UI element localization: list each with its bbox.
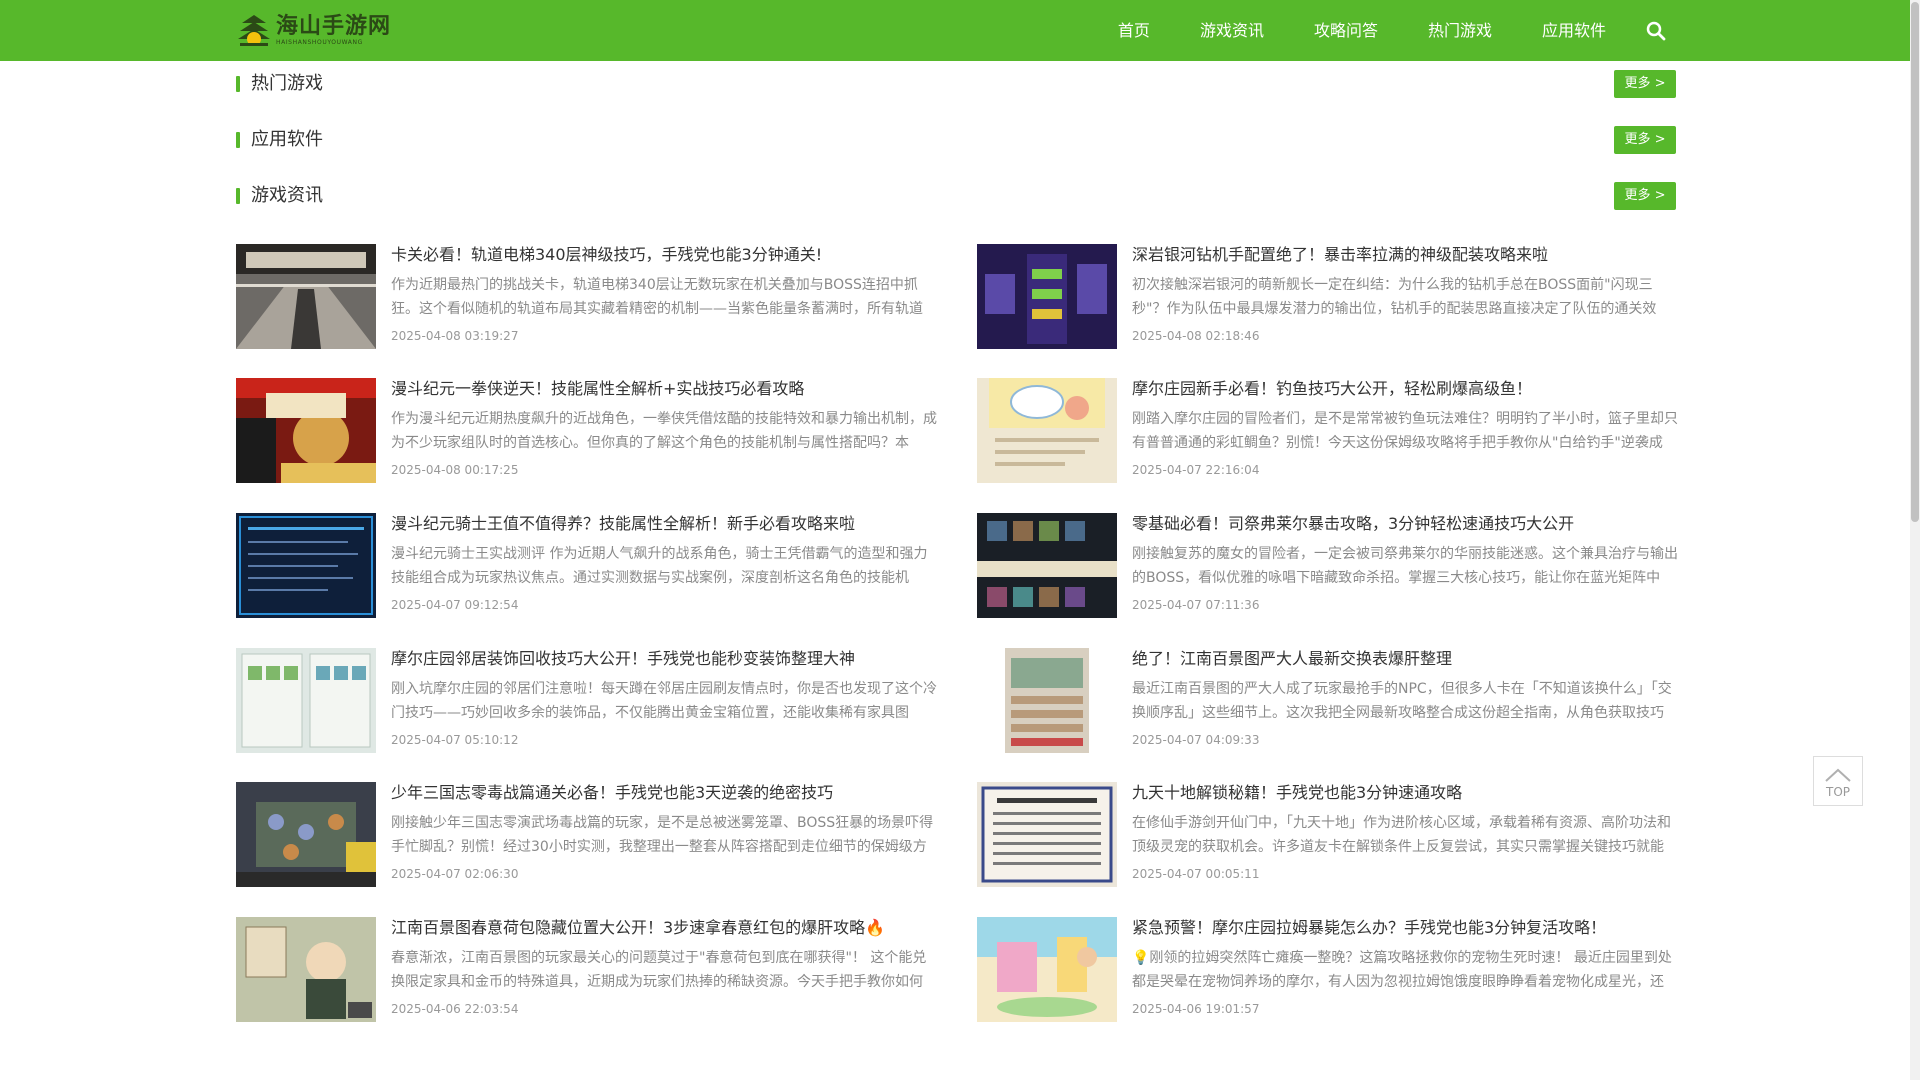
article-title[interactable]: 九天十地解锁秘籍！手残党也能3分钟速通攻略: [1132, 782, 1681, 804]
article-item[interactable]: 摩尔庄园邻居装饰回收技巧大公开！手残党也能秒变装饰整理大神 刚入坑摩尔庄园的邻居…: [236, 648, 940, 754]
back-to-top-button[interactable]: TOP: [1813, 756, 1863, 806]
vertical-scrollbar[interactable]: [1910, 0, 1920, 1080]
more-button[interactable]: 更多 >: [1614, 182, 1676, 210]
section-accent-bar: [236, 132, 240, 148]
article-title[interactable]: 卡关必看！轨道电梯340层神级技巧，手残党也能3分钟通关!: [391, 244, 940, 266]
scrollbar-thumb[interactable]: [1911, 2, 1919, 522]
article-item[interactable]: 绝了！江南百景图严大人最新交换表爆肝整理 最近江南百景图的严大人成了玩家最抢手的…: [977, 648, 1681, 754]
article-summary: 刚接触复苏的魔女的冒险者，一定会被司祭弗莱尔的华丽技能迷惑。这个兼具治疗与输出的…: [1132, 546, 1678, 586]
back-to-top-label: TOP: [1825, 785, 1850, 799]
article-summary: 刚踏入摩尔庄园的冒险者们，是不是常常被钓鱼玩法难住？明明钓了半小时，篮子里却只有…: [1132, 411, 1678, 451]
nav-menu: 首页 游戏资讯 攻略问答 热门游戏 应用软件: [1093, 0, 1676, 61]
article-thumbnail[interactable]: [236, 648, 376, 753]
article-date: 2025-04-06 22:03:54: [391, 1002, 519, 1016]
chevron-up-icon: [1825, 768, 1851, 782]
article-thumbnail[interactable]: [977, 917, 1117, 1022]
article-date: 2025-04-07 22:16:04: [1132, 463, 1260, 477]
section-apps: 应用软件 更多 >: [236, 124, 1676, 154]
article-summary: 最近江南百景图的严大人成了玩家最抢手的NPC，但很多人卡在「不知道该换什么」「交…: [1132, 681, 1672, 721]
article-date: 2025-04-07 02:06:30: [391, 867, 519, 881]
article-date: 2025-04-07 05:10:12: [391, 733, 519, 747]
section-accent-bar: [236, 76, 240, 92]
search-icon[interactable]: [1646, 21, 1666, 41]
article-summary: 在修仙手游剑开仙门中，「九天十地」作为进阶核心区域，承载着稀有资源、高阶功法和顶…: [1132, 815, 1671, 855]
article-summary: 刚入坑摩尔庄园的邻居们注意啦！每天蹲在邻居庄园刷友情点时，你是否也发现了这个冷门…: [391, 681, 937, 721]
article-title[interactable]: 江南百景图春意荷包隐藏位置大公开！3步速拿春意红包的爆肝攻略🔥: [391, 917, 940, 939]
article-thumbnail[interactable]: [977, 244, 1117, 349]
article-title[interactable]: 紧急预警！摩尔庄园拉姆暴毙怎么办？手残党也能3分钟复活攻略！: [1132, 917, 1681, 939]
article-thumbnail[interactable]: [236, 378, 376, 483]
article-item[interactable]: 紧急预警！摩尔庄园拉姆暴毙怎么办？手残党也能3分钟复活攻略！ 💡刚领的拉姆突然阵…: [977, 917, 1681, 1023]
section-hot-games: 热门游戏 更多 >: [236, 68, 1676, 98]
nav-item-apps[interactable]: 应用软件: [1517, 0, 1631, 61]
article-title[interactable]: 零基础必看！司祭弗莱尔暴击攻略，3分钟轻松速通技巧大公开: [1132, 513, 1681, 535]
nav-item-home[interactable]: 首页: [1093, 0, 1175, 61]
article-title[interactable]: 绝了！江南百景图严大人最新交换表爆肝整理: [1132, 648, 1681, 670]
article-thumbnail[interactable]: [236, 782, 376, 887]
article-item[interactable]: 漫斗纪元一拳侠逆天！技能属性全解析+实战技巧必看攻略 作为漫斗纪元近期热度飙升的…: [236, 378, 940, 484]
article-item[interactable]: 漫斗纪元骑士王值不值得养？技能属性全解析！新手必看攻略来啦 漫斗纪元骑士王实战测…: [236, 513, 940, 619]
article-thumbnail[interactable]: [977, 513, 1117, 618]
article-summary: 漫斗纪元骑士王实战测评 作为近期人气飙升的战系角色，骑士王凭借霸气的造型和强力技…: [391, 546, 928, 586]
article-title[interactable]: 漫斗纪元骑士王值不值得养？技能属性全解析！新手必看攻略来啦: [391, 513, 940, 535]
nav-item-hot-games[interactable]: 热门游戏: [1403, 0, 1517, 61]
site-logo[interactable]: 海山手游网 HAISHANSHOUYOUWANG: [236, 10, 391, 50]
article-thumbnail[interactable]: [236, 513, 376, 618]
article-title[interactable]: 漫斗纪元一拳侠逆天！技能属性全解析+实战技巧必看攻略: [391, 378, 940, 400]
top-navbar: 海山手游网 HAISHANSHOUYOUWANG 首页 游戏资讯 攻略问答 热门…: [0, 0, 1910, 61]
logo-pagoda-icon: [238, 15, 270, 46]
article-thumbnail[interactable]: [236, 917, 376, 1022]
article-date: 2025-04-07 00:05:11: [1132, 867, 1260, 881]
more-button[interactable]: 更多 >: [1614, 126, 1676, 154]
article-date: 2025-04-06 19:01:57: [1132, 1002, 1260, 1016]
article-date: 2025-04-08 02:18:46: [1132, 329, 1260, 343]
article-date: 2025-04-07 07:11:36: [1132, 598, 1260, 612]
article-summary: 作为近期最热门的挑战关卡，轨道电梯340层让无数玩家在机关叠加与BOSS连招中抓…: [391, 277, 923, 317]
article-thumbnail[interactable]: [977, 782, 1117, 887]
article-item[interactable]: 摩尔庄园新手必看！钓鱼技巧大公开，轻松刷爆高级鱼！ 刚踏入摩尔庄园的冒险者们，是…: [977, 378, 1681, 484]
article-summary: 春意渐浓，江南百景图的玩家最关心的问题莫过于"春意荷包到底在哪获得"！ 这个能兑…: [391, 950, 927, 990]
article-summary: 作为漫斗纪元近期热度飙升的近战角色，一拳侠凭借炫酷的技能特效和暴力输出机制，成为…: [391, 411, 937, 451]
section-accent-bar: [236, 188, 240, 204]
article-thumbnail[interactable]: [977, 648, 1117, 753]
logo-subtitle: HAISHANSHOUYOUWANG: [276, 38, 363, 46]
nav-item-guides-qa[interactable]: 攻略问答: [1289, 0, 1403, 61]
article-item[interactable]: 深岩银河钻机手配置绝了！暴击率拉满的神级配装攻略来啦 初次接触深岩银河的萌新舰长…: [977, 244, 1681, 350]
article-item[interactable]: 卡关必看！轨道电梯340层神级技巧，手残党也能3分钟通关! 作为近期最热门的挑战…: [236, 244, 940, 350]
article-item[interactable]: 九天十地解锁秘籍！手残党也能3分钟速通攻略 在修仙手游剑开仙门中，「九天十地」作…: [977, 782, 1681, 888]
article-date: 2025-04-08 00:17:25: [391, 463, 519, 477]
nav-item-game-news[interactable]: 游戏资讯: [1175, 0, 1289, 61]
article-title[interactable]: 少年三国志零毒战篇通关必备！手残党也能3天逆袭的绝密技巧: [391, 782, 940, 804]
more-button[interactable]: 更多 >: [1614, 70, 1676, 98]
navbar-inner: 海山手游网 HAISHANSHOUYOUWANG 首页 游戏资讯 攻略问答 热门…: [236, 0, 1676, 61]
article-thumbnail[interactable]: [236, 244, 376, 349]
article-date: 2025-04-07 09:12:54: [391, 598, 519, 612]
section-title: 游戏资讯: [251, 185, 323, 206]
article-date: 2025-04-07 04:09:33: [1132, 733, 1260, 747]
article-summary: 💡刚领的拉姆突然阵亡瘫痪一整晚？这篇攻略拯救你的宠物生死时速！ 最近庄园里到处都…: [1132, 950, 1672, 990]
article-title[interactable]: 深岩银河钻机手配置绝了！暴击率拉满的神级配装攻略来啦: [1132, 244, 1681, 266]
article-thumbnail[interactable]: [977, 378, 1117, 483]
section-title: 应用软件: [251, 129, 323, 150]
article-summary: 刚接触少年三国志零演武场毒战篇的玩家，是不是总被迷雾笼罩、BOSS狂暴的场景吓得…: [391, 815, 934, 855]
logo-title: 海山手游网: [276, 12, 392, 39]
article-item[interactable]: 零基础必看！司祭弗莱尔暴击攻略，3分钟轻松速通技巧大公开 刚接触复苏的魔女的冒险…: [977, 513, 1681, 619]
article-date: 2025-04-08 03:19:27: [391, 329, 519, 343]
article-title[interactable]: 摩尔庄园邻居装饰回收技巧大公开！手残党也能秒变装饰整理大神: [391, 648, 940, 670]
article-item[interactable]: 江南百景图春意荷包隐藏位置大公开！3步速拿春意红包的爆肝攻略🔥 春意渐浓，江南百…: [236, 917, 940, 1023]
section-title: 热门游戏: [251, 73, 323, 94]
section-game-news: 游戏资讯 更多 >: [236, 180, 1676, 210]
article-title[interactable]: 摩尔庄园新手必看！钓鱼技巧大公开，轻松刷爆高级鱼！: [1132, 378, 1681, 400]
article-summary: 初次接触深岩银河的萌新舰长一定在纠结：为什么我的钻机手总在BOSS面前"闪现三秒…: [1132, 277, 1657, 317]
article-item[interactable]: 少年三国志零毒战篇通关必备！手残党也能3天逆袭的绝密技巧 刚接触少年三国志零演武…: [236, 782, 940, 888]
